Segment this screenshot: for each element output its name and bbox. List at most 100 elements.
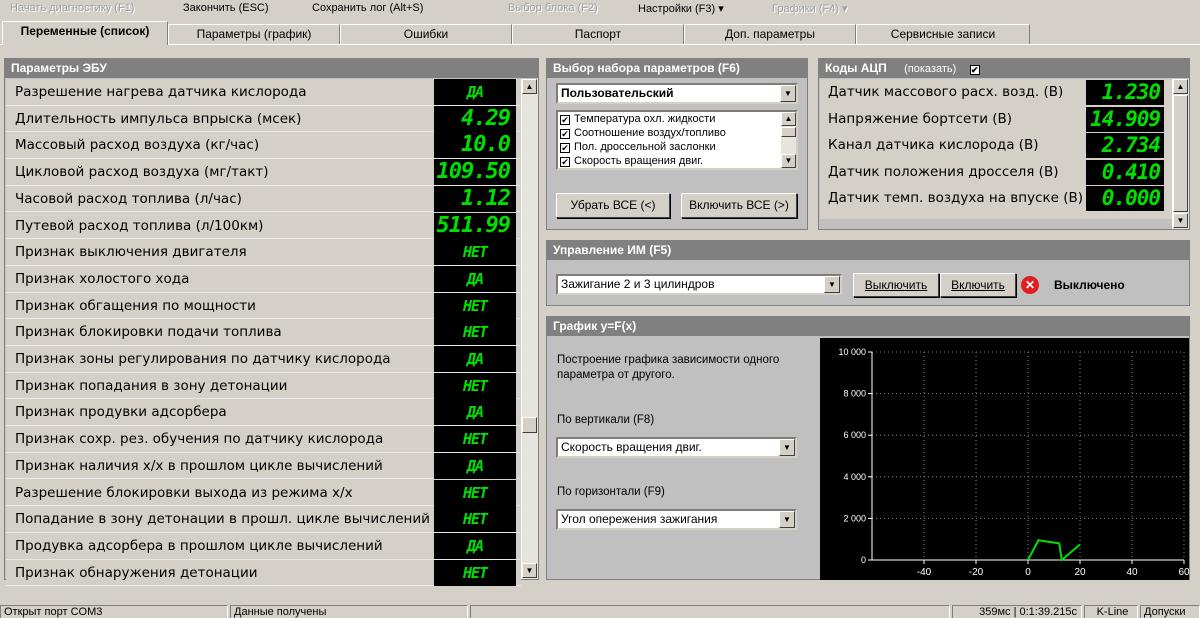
- status-bar: Открыт порт COM3 Данные получены 359мс |…: [0, 603, 1200, 618]
- menu-graphs[interactable]: Графики (F4) ▾: [772, 2, 848, 15]
- menu-finish[interactable]: Закончить (ESC): [183, 2, 269, 14]
- adc-value: 0.000: [1086, 186, 1164, 212]
- ecu-param-value: НЕТ: [434, 426, 516, 453]
- ecu-param-row[interactable]: Признак сохр. рез. обучения по датчику к…: [6, 426, 521, 453]
- adc-title: Коды АЦП: [825, 61, 887, 75]
- ecu-param-row[interactable]: Признак обнаружения детонации НЕТ: [6, 559, 521, 587]
- adc-row[interactable]: Датчик положения дросселя (В) 0.410: [820, 159, 1170, 186]
- tab-extra-params[interactable]: Доп. параметры: [684, 24, 856, 44]
- ecu-param-row[interactable]: Признак блокировки подачи топлива НЕТ: [6, 319, 521, 346]
- adc-row[interactable]: Датчик темп. воздуха на впуске (В) 0.000: [820, 185, 1170, 212]
- checkbox-checked-icon[interactable]: ✔: [560, 157, 570, 167]
- ecu-param-row[interactable]: Признак холостого хода ДА: [6, 265, 521, 293]
- ecu-param-value: НЕТ: [434, 559, 516, 586]
- turn-on-button[interactable]: Включить: [940, 273, 1016, 297]
- ecu-param-value: НЕТ: [434, 292, 516, 319]
- ecu-param-row[interactable]: Попадание в зону детонации в прошл. цикл…: [6, 506, 521, 533]
- adc-list: Датчик массового расх. возд. (В) 1.230 Нап…: [820, 79, 1172, 219]
- adc-scrollbar[interactable]: ▲ ▼: [1172, 79, 1189, 229]
- chevron-down-icon[interactable]: ▼: [779, 439, 795, 456]
- remove-all-button[interactable]: Убрать ВСЕ (<): [556, 193, 670, 218]
- chevron-down-icon[interactable]: ▼: [779, 511, 795, 528]
- horizontal-axis-select[interactable]: Угол опережения зажигания ▼: [556, 509, 797, 530]
- tab-errors[interactable]: Ошибки: [340, 24, 512, 44]
- ecu-list-scrollbar[interactable]: ▲ ▼: [521, 79, 538, 579]
- adc-row[interactable]: Канал датчика кислорода (В) 2.734: [820, 132, 1170, 159]
- ecu-param-row[interactable]: Путевой расход топлива (л/100км) 511.99: [6, 212, 521, 240]
- ecu-param-value: ДА: [434, 399, 516, 426]
- menu-start-diagnostics[interactable]: Начать диагностику (F1): [10, 2, 134, 14]
- ecu-param-label: Признак обнаружения детонации: [15, 564, 258, 581]
- menu-settings[interactable]: Настройки (F3) ▾: [638, 2, 724, 15]
- ecu-param-value: НЕТ: [434, 319, 516, 346]
- scroll-down-icon[interactable]: ▼: [522, 563, 537, 578]
- enable-all-button[interactable]: Включить ВСЕ (>): [681, 193, 797, 218]
- ecu-param-row[interactable]: Массовый расход воздуха (кг/час) 10.0: [6, 132, 521, 160]
- checklist-scrollbar[interactable]: ▲ ▼: [780, 112, 796, 168]
- ecu-param-row[interactable]: Признак зоны регулирования по датчику ки…: [6, 346, 521, 373]
- status-empty: [470, 605, 950, 618]
- adc-show-checkbox[interactable]: ✔: [969, 65, 980, 75]
- paramset-panel: Выбор набора параметров (F6) Пользовател…: [546, 58, 808, 230]
- adc-label: Датчик массового расх. возд. (В): [828, 84, 1064, 100]
- ecu-param-label: Разрешение блокировки выхода из режима х…: [15, 484, 353, 501]
- tab-parameters-graph[interactable]: Параметры (график): [168, 24, 340, 44]
- ecu-param-row[interactable]: Разрешение блокировки выхода из режима х…: [6, 479, 521, 507]
- adc-value: 14.909: [1086, 106, 1164, 132]
- status-port: Открыт порт COM3: [0, 605, 228, 618]
- paramset-item[interactable]: ✔ Температура охл. жидкости: [560, 113, 715, 126]
- actuator-select[interactable]: Зажигание 2 и 3 цилиндров ▼: [556, 274, 842, 295]
- ecu-param-row[interactable]: Цикловой расход воздуха (мг/такт) 109.50: [6, 159, 521, 186]
- chevron-down-icon[interactable]: ▼: [824, 276, 840, 293]
- chart-xtick-label: 60: [1178, 567, 1189, 578]
- paramset-item[interactable]: ✔ Соотношение воздух/топливо: [560, 127, 726, 140]
- menu-save-log[interactable]: Сохранить лог (Alt+S): [312, 2, 423, 14]
- scroll-down-icon[interactable]: ▼: [1173, 213, 1188, 228]
- paramset-checklist[interactable]: ✔ Температура охл. жидкости ✔ Соотношение …: [556, 110, 798, 170]
- checkbox-checked-icon[interactable]: ✔: [560, 129, 570, 139]
- adc-row[interactable]: Напряжение бортсети (В) 14.909: [820, 106, 1170, 133]
- paramset-item-label: Температура охл. жидкости: [574, 113, 716, 125]
- adc-label: Напряжение бортсети (В): [828, 110, 1013, 127]
- vertical-axis-select[interactable]: Скорость вращения двиг. ▼: [556, 437, 797, 458]
- adc-value: 0.410: [1086, 159, 1164, 185]
- tab-variables-list[interactable]: Переменные (список): [2, 21, 168, 45]
- ecu-param-row[interactable]: Признак выключения двигателя НЕТ: [6, 239, 521, 266]
- chart-ytick-label: 2 000: [843, 513, 866, 523]
- scroll-up-icon[interactable]: ▲: [1173, 79, 1188, 94]
- scroll-thumb[interactable]: [781, 127, 796, 137]
- ecu-param-row[interactable]: Признак продувки адсорбера ДА: [6, 399, 521, 427]
- ecu-param-label: Признак блокировки подачи топлива: [15, 324, 282, 341]
- ecu-param-row[interactable]: Длительность импульса впрыска (мсек) 4.29: [6, 105, 521, 133]
- paramset-title: Выбор набора параметров (F6): [547, 59, 807, 78]
- ecu-param-label: Признак наличия х/х в прошлом цикле вычи…: [15, 457, 383, 474]
- ecu-param-row[interactable]: Признак обгащения по мощности НЕТ: [6, 292, 521, 320]
- tab-passport[interactable]: Паспорт: [512, 24, 684, 44]
- scroll-up-icon[interactable]: ▲: [781, 112, 796, 126]
- ecu-param-row[interactable]: Разрешение нагрева датчика кислорода ДА: [6, 79, 521, 106]
- ecu-param-row[interactable]: Продувка адсорбера в прошлом цикле вычис…: [6, 532, 521, 560]
- ecu-param-value: 4.29: [434, 105, 516, 132]
- scroll-thumb[interactable]: [522, 417, 537, 433]
- chart-ytick-label: 8 000: [843, 389, 866, 399]
- chevron-down-icon[interactable]: ▼: [780, 85, 796, 102]
- actuator-status: Выключено: [1054, 278, 1125, 292]
- menu-block-select[interactable]: Выбор блока (F2): [508, 2, 598, 14]
- checkbox-checked-icon[interactable]: ✔: [560, 115, 570, 125]
- scroll-up-icon[interactable]: ▲: [522, 79, 537, 94]
- ecu-param-row[interactable]: Часовой расход топлива (л/час) 1.12: [6, 185, 521, 213]
- checkbox-checked-icon[interactable]: ✔: [560, 143, 570, 153]
- paramset-item[interactable]: ✔ Пол. дроссельной заслонки: [560, 141, 716, 154]
- adc-row[interactable]: Датчик массового расх. возд. (В) 1.230: [820, 79, 1170, 106]
- scroll-thumb[interactable]: [1173, 95, 1188, 212]
- turn-off-button[interactable]: Выключить: [853, 273, 939, 297]
- ecu-param-row[interactable]: Признак наличия х/х в прошлом цикле вычи…: [6, 452, 521, 480]
- ecu-param-value: 511.99: [434, 212, 516, 239]
- ecu-panel-title: Параметры ЭБУ: [5, 59, 538, 78]
- tab-service-records[interactable]: Сервисные записи: [856, 24, 1030, 44]
- scroll-down-icon[interactable]: ▼: [781, 154, 796, 168]
- paramset-select[interactable]: Пользовательский ▼: [556, 83, 798, 104]
- paramset-item[interactable]: ✔ Скорость вращения двиг.: [560, 155, 703, 168]
- ecu-param-row[interactable]: Признак попадания в зону детонации НЕТ: [6, 372, 521, 400]
- actuator-panel: Управление ИМ (F5) Зажигание 2 и 3 цилин…: [546, 240, 1190, 306]
